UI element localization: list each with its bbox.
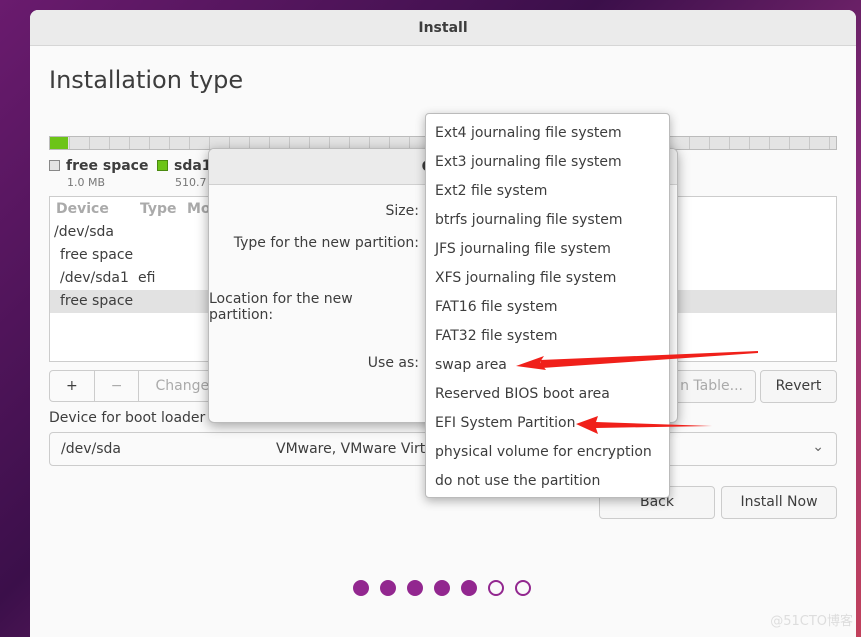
- watermark: @51CTO博客: [770, 614, 853, 629]
- arrow-to-swap-shaft: [540, 351, 758, 368]
- arrow-to-efi: [576, 416, 712, 434]
- annotation-arrows: [516, 351, 758, 434]
